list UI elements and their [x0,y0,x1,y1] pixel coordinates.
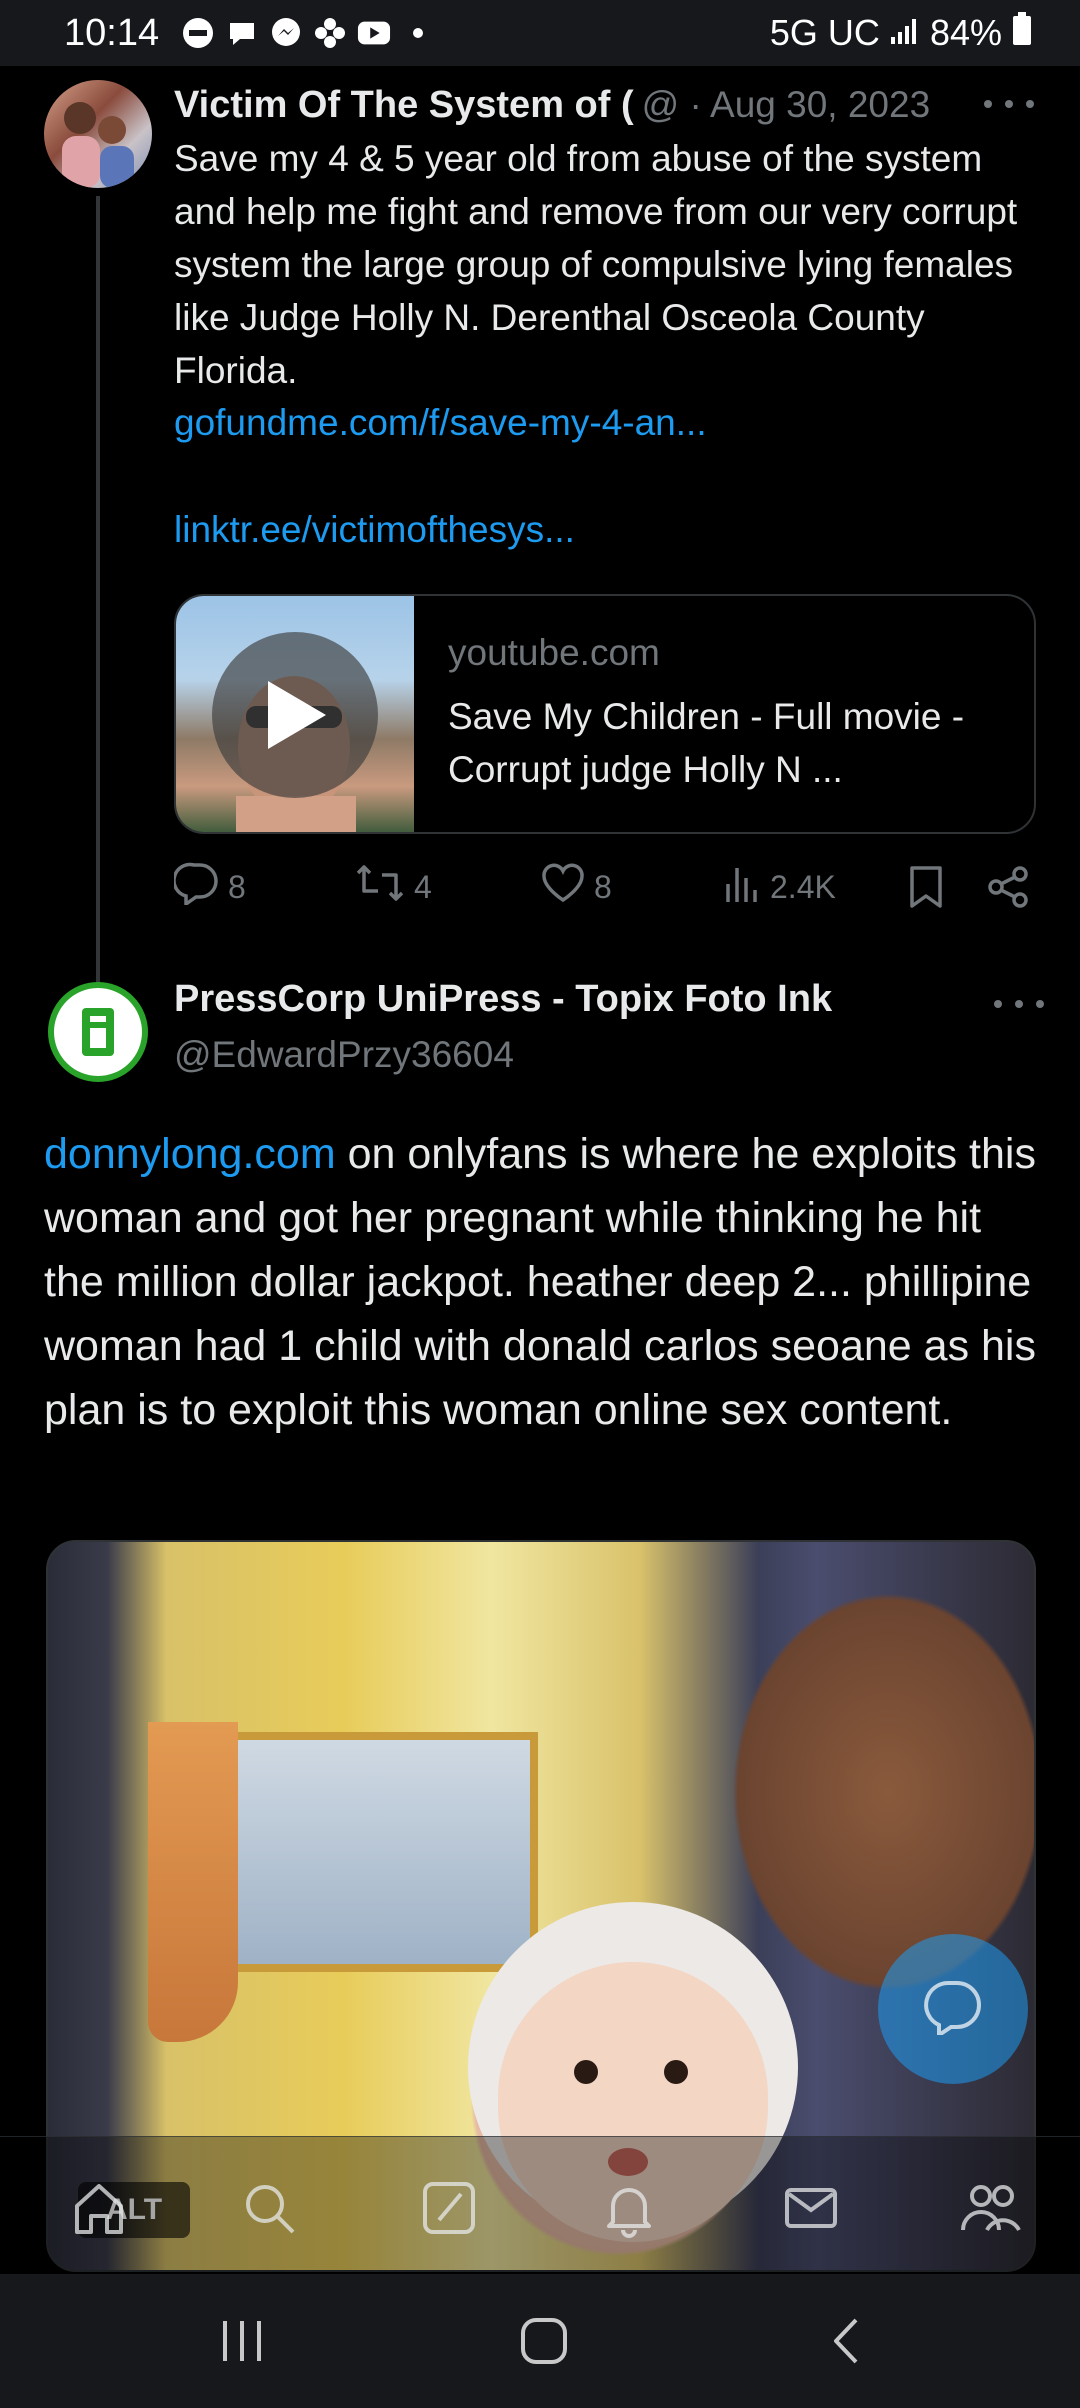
views-icon [722,862,770,912]
more-options-icon[interactable] [984,84,1034,124]
author-name[interactable]: PressCorp UniPress - Topix Foto Ink [174,978,832,1021]
status-right-group: 5G UC 84% [769,11,1032,55]
dot-icon [401,16,435,50]
reply-button[interactable]: 8 [172,861,246,913]
pinwheel-icon [313,16,347,50]
chat-icon [225,16,259,50]
repost-icon [354,861,414,913]
repost-button[interactable]: 4 [354,862,432,912]
battery-icon [1012,11,1032,55]
recents-icon[interactable] [202,2304,282,2378]
home-icon[interactable] [64,2173,134,2243]
signal-icon [890,12,920,54]
like-icon [540,862,594,912]
network-type: 5G UC [769,12,880,53]
compose-reply-icon [923,1979,983,2040]
search-icon[interactable] [234,2173,304,2243]
system-navigation-bar [0,2274,1080,2408]
more-options-icon[interactable] [994,984,1044,1024]
link-preview-card[interactable]: youtube.com Save My Children - Full movi… [174,594,1036,834]
tweet-text: Save my 4 & 5 year old from abuse of the… [174,138,1018,391]
like-count: 8 [594,868,612,905]
youtube-icon [357,16,391,50]
play-icon[interactable] [212,632,378,798]
bookmark-icon[interactable] [906,862,954,912]
back-icon[interactable] [806,2304,886,2378]
author-name[interactable]: Victim Of The System of ( [174,84,634,127]
messages-icon[interactable] [776,2173,846,2243]
compose-fab[interactable] [878,1934,1028,2084]
battery-percent: 84% [929,12,1002,53]
status-notification-icons [181,16,435,50]
linktree-link[interactable]: linktr.ee/victimofthesys... [174,509,575,551]
gofundme-link[interactable]: gofundme.com/f/save-my-4-an... [174,402,707,444]
tweet-actions: 8 4 8 2.4K [172,861,1038,913]
views-button[interactable]: 2.4K [722,862,836,912]
media-curtain [148,1722,238,2042]
thread-line [96,196,100,1032]
card-title: Save My Children - Full movie - Corrupt … [448,696,965,790]
video-thumbnail [176,596,414,832]
status-bar: 10:14 5G UC 84% [0,0,1080,66]
tweet-text: donnylong.com on onlyfans is where he ex… [44,1122,1044,1442]
do-not-disturb-icon [181,16,215,50]
donnylong-link[interactable]: donnylong.com [44,1130,336,1178]
status-time: 10:14 [64,11,160,54]
like-button[interactable]: 8 [540,862,612,912]
views-count: 2.4K [770,868,836,905]
home-button-icon[interactable] [504,2304,584,2378]
share-icon[interactable] [986,862,1038,912]
handle-and-date[interactable]: @ · Aug 30, 2023 [642,84,931,126]
avatar[interactable] [48,982,148,1082]
notifications-icon[interactable] [594,2173,664,2243]
repost-count: 4 [414,868,432,905]
reply-count: 8 [228,868,246,905]
grok-icon[interactable] [414,2173,484,2243]
tweet-header: Victim Of The System of ( @ · Aug 30, 20… [174,78,1034,132]
bottom-navigation [0,2136,1080,2274]
communities-icon[interactable] [956,2173,1026,2243]
messenger-icon [269,16,303,50]
card-domain: youtube.com [448,632,660,673]
avatar[interactable] [44,80,152,188]
author-handle[interactable]: @EdwardPrzy36604 [174,1034,514,1076]
reply-icon [172,861,228,913]
